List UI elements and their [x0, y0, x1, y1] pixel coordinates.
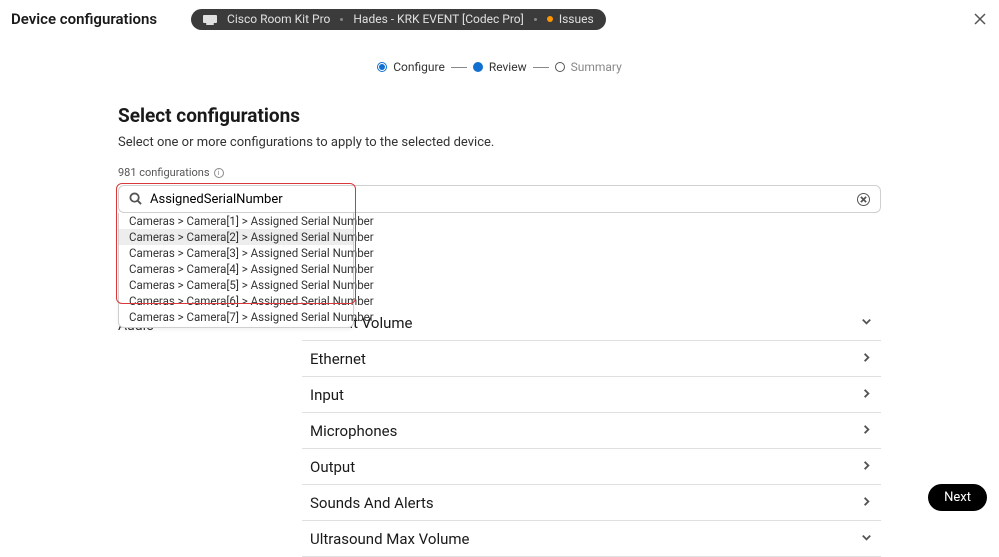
- step-label: Configure: [393, 60, 445, 74]
- chevron-right-icon: [860, 385, 873, 404]
- status-dot-icon: [547, 16, 553, 22]
- device-model: Cisco Room Kit Pro: [227, 12, 330, 26]
- accordion-label: Ultrasound Max Volume: [310, 530, 469, 548]
- device-icon: [203, 15, 217, 23]
- step-circle-icon: [555, 62, 565, 72]
- separator-dot: [534, 18, 537, 21]
- suggestion-item[interactable]: Cameras > Camera[6] > Assigned Serial Nu…: [119, 293, 353, 309]
- close-icon: [971, 10, 989, 28]
- suggestion-item[interactable]: Cameras > Camera[1] > Assigned Serial Nu…: [119, 213, 353, 229]
- count-text: 981 configurations: [118, 166, 210, 179]
- section-subtitle: Select one or more configurations to app…: [118, 135, 881, 150]
- accordion-row-default-volume[interactable]: Default Volume: [302, 313, 881, 341]
- step-line: [533, 67, 549, 68]
- chevron-right-icon: [860, 421, 873, 440]
- header: Device configurations Cisco Room Kit Pro…: [0, 0, 999, 38]
- accordion-row-ethernet[interactable]: Ethernet: [302, 341, 881, 377]
- close-icon: [860, 196, 867, 203]
- main-content: Select configurations Select one or more…: [0, 104, 999, 557]
- accordion-row-input[interactable]: Input: [302, 377, 881, 413]
- suggestion-item[interactable]: Cameras > Camera[2] > Assigned Serial Nu…: [119, 229, 353, 245]
- stepper: Configure Review Summary: [0, 60, 999, 74]
- accordion-row-output[interactable]: Output: [302, 449, 881, 485]
- accordion-label: Input: [310, 386, 344, 404]
- section-title: Select configurations: [118, 104, 881, 127]
- step-review: Review: [473, 60, 527, 74]
- suggestion-item[interactable]: Cameras > Camera[7] > Assigned Serial Nu…: [119, 309, 353, 327]
- category-panel: Audio Default Volume Ethernet Input: [118, 313, 881, 557]
- accordion-row-sounds-alerts[interactable]: Sounds And Alerts: [302, 485, 881, 521]
- status-text: Issues: [559, 12, 594, 26]
- clear-search-button[interactable]: [857, 193, 870, 206]
- step-label: Summary: [571, 60, 622, 74]
- suggestion-item[interactable]: Cameras > Camera[4] > Assigned Serial Nu…: [119, 261, 353, 277]
- config-count: 981 configurations i: [118, 166, 881, 179]
- device-pill: Cisco Room Kit Pro Hades - KRK EVENT [Co…: [191, 9, 606, 30]
- search-wrapper: Cameras > Camera[1] > Assigned Serial Nu…: [118, 185, 881, 213]
- search-icon: [129, 190, 142, 209]
- chevron-down-icon: [860, 529, 873, 548]
- chevron-right-icon: [860, 493, 873, 512]
- suggestion-item[interactable]: Cameras > Camera[5] > Assigned Serial Nu…: [119, 277, 353, 293]
- search-input[interactable]: [150, 192, 857, 207]
- accordion-row-ultrasound[interactable]: Ultrasound Max Volume: [302, 521, 881, 557]
- step-line: [451, 67, 467, 68]
- device-name: Hades - KRK EVENT [Codec Pro]: [353, 12, 523, 26]
- separator-dot: [340, 18, 343, 21]
- accordion-label: Microphones: [310, 422, 397, 440]
- accordion-row-microphones[interactable]: Microphones: [302, 413, 881, 449]
- step-label: Review: [489, 60, 527, 74]
- search-box: [118, 185, 881, 213]
- step-circle-icon: [473, 62, 483, 72]
- accordion-label: Output: [310, 458, 355, 476]
- accordion: Default Volume Ethernet Input Microphone…: [302, 313, 881, 557]
- autocomplete-dropdown: Cameras > Camera[1] > Assigned Serial Nu…: [118, 213, 354, 328]
- step-configure: Configure: [377, 60, 445, 74]
- close-button[interactable]: [971, 10, 989, 28]
- chevron-right-icon: [860, 457, 873, 476]
- suggestion-item[interactable]: Cameras > Camera[3] > Assigned Serial Nu…: [119, 245, 353, 261]
- step-summary: Summary: [555, 60, 622, 74]
- next-button[interactable]: Next: [928, 484, 987, 511]
- accordion-label: Sounds And Alerts: [310, 494, 434, 512]
- chevron-down-icon: [860, 313, 873, 332]
- step-circle-icon: [377, 62, 387, 72]
- accordion-label: Ethernet: [310, 350, 366, 368]
- info-icon[interactable]: i: [214, 168, 224, 178]
- page-title: Device configurations: [11, 10, 157, 28]
- category-sidebar: Audio: [118, 313, 302, 557]
- chevron-right-icon: [860, 349, 873, 368]
